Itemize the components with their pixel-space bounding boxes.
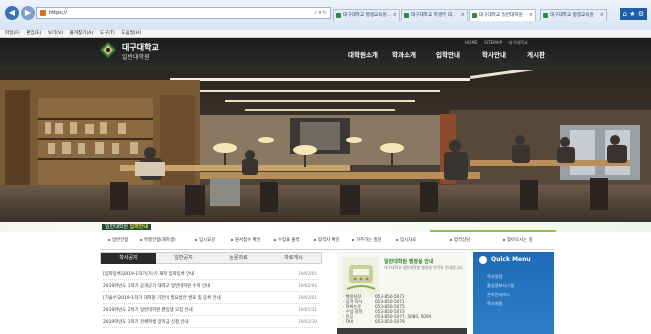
utility-links: HOME SITEMAP 대구대학교 xyxy=(465,40,533,46)
page-margin xyxy=(0,232,100,334)
tab-favicon-icon xyxy=(404,13,409,18)
notice-row[interactable]: 2019학년도 1학기 전체학생 장학금 신청 안내 19/01/30 xyxy=(103,316,319,328)
quick-link[interactable]: 입시요강 xyxy=(195,237,215,243)
notice-date: 19/02/05 xyxy=(298,271,317,276)
university-link[interactable]: 대구대학교 xyxy=(509,40,528,45)
library-photo-illustration xyxy=(0,70,651,222)
notice-title[interactable]: 2019학년도 2학기 일반대학원 편입생 모집 안내 xyxy=(103,307,281,313)
browser-toolbar: ◀ ▶ https:// ⌕ ▾ ↻ 대구대학교 평생교육원... × 대구대학… xyxy=(0,0,651,30)
notice-row[interactable]: [기술수]2019-1학기 대학원 기본이 필요방안 발표 및 등록 안내 19… xyxy=(103,292,319,304)
admission-label-main: 입학안내 xyxy=(129,224,149,230)
quick-link[interactable]: 합격자 확인 xyxy=(314,237,340,243)
quick-link[interactable]: 찾아오시는 길 xyxy=(503,237,533,243)
back-button[interactable]: ◀ xyxy=(5,6,19,20)
quick-link[interactable]: 입시자료 xyxy=(396,237,416,243)
notice-date: 19/01/31 xyxy=(298,307,317,312)
quick-link[interactable]: 원서접수 확인 xyxy=(231,237,261,243)
contact-title: 일반대학원 행정실 안내 xyxy=(384,259,434,265)
admission-label-prefix: 일반대학원 xyxy=(105,224,129,230)
tab-close-icon[interactable]: × xyxy=(600,10,604,21)
quick-link[interactable]: 특별전형(재학생) xyxy=(140,237,176,243)
quick-menu-item[interactable]: 졸업정보시스템 xyxy=(487,283,514,289)
menu-help[interactable]: 도움말(H) xyxy=(121,30,141,37)
tab-label: 대구대학교 평생교육원... xyxy=(343,13,392,18)
browser-tab-active[interactable]: 대구대학교 일반대학원 × xyxy=(469,9,536,21)
menu-edit[interactable]: 편집(E) xyxy=(26,30,41,37)
quick-menu-icon xyxy=(479,256,487,264)
notice-date: 19/02/04 xyxy=(298,283,317,288)
tab-label: 대구대학교 학생부 대.. xyxy=(411,13,455,18)
tab-favicon-icon xyxy=(336,13,341,18)
browser-tab[interactable]: 대구대학교 평생교육원... × xyxy=(333,9,400,21)
tab-resources[interactable]: 자료게시 xyxy=(266,253,321,264)
notice-row[interactable]: 2019학년도 2학기 일반대학원 편입생 모집 안내 19/01/31 xyxy=(103,304,319,316)
tab-close-icon[interactable]: × xyxy=(461,10,465,21)
quick-link[interactable]: 일반전형 xyxy=(108,237,128,243)
contact-line: · FAX 053-850-5079 xyxy=(343,319,405,324)
admission-quick-links: 일반전형 특별전형(재학생) 입시요강 원서접수 확인 수험표 출력 합격자 확… xyxy=(100,232,554,250)
sitemap-link[interactable]: SITEMAP xyxy=(484,40,502,45)
page-margin xyxy=(556,232,651,334)
tab-close-icon[interactable]: × xyxy=(393,10,397,21)
quick-menu-header: Quick Menu xyxy=(473,255,554,265)
notice-title[interactable]: [기술수]2019-1학기 대학원 기본이 필요방안 발표 및 등록 안내 xyxy=(103,295,281,301)
nav-admission[interactable]: 입학안내 xyxy=(436,49,460,59)
home-link[interactable]: HOME xyxy=(465,40,478,45)
notice-title[interactable]: [입학등록]2019-1학기(가)기 재학 입학등록 안내 xyxy=(103,271,281,277)
forward-button[interactable]: ▶ xyxy=(21,6,35,20)
logo-subtitle[interactable]: 일반대학원 xyxy=(122,52,150,61)
admission-stripe: 일반대학원 입학안내 xyxy=(0,222,651,232)
quick-menu-title: Quick Menu xyxy=(491,256,531,263)
notice-row[interactable]: 2019학년도 1학기 공개공가 대학교 일반대학원 수학 안내 19/02/0… xyxy=(103,280,319,292)
menu-bar: 파일(F) 편집(E) 보기(V) 즐겨찾기(A) 도구(T) 도움말(H) xyxy=(0,30,651,38)
tab-thesis-resources[interactable]: 논문자료 xyxy=(211,253,266,264)
tab-label: 대구대학교 평생교육원 xyxy=(550,13,594,18)
quick-link[interactable]: 가주하는 질문 xyxy=(352,237,382,243)
office-contact: 일반대학원 행정실 안내 대구대학교 일반대학원 행정실 연락처 안내입니다. … xyxy=(337,252,467,334)
notice-title[interactable]: 2019학년도 1학기 전체학생 장학금 신청 안내 xyxy=(103,319,281,325)
nav-departments[interactable]: 학과소개 xyxy=(392,49,416,59)
quick-link[interactable]: 합격상담 xyxy=(450,237,470,243)
contact-label: · FAX xyxy=(343,319,354,324)
notice-board: 학사공지 일반공지 논문자료 자료게시 [입학등록]2019-1학기(가)기 재… xyxy=(100,252,322,334)
search-refresh-icon[interactable]: ⌕ ▾ ↻ xyxy=(314,10,327,16)
browser-tab[interactable]: 대구대학교 학생부 대.. × xyxy=(401,9,468,21)
notice-title[interactable]: 2019학년도 1학기 공개공가 대학교 일반대학원 수학 안내 xyxy=(103,283,281,289)
tab-label: 대구대학교 일반대학원 xyxy=(479,13,523,18)
menu-favorites[interactable]: 즐겨찾기(A) xyxy=(70,30,94,37)
tab-favicon-icon xyxy=(472,13,477,18)
menu-view[interactable]: 보기(V) xyxy=(48,30,63,37)
contact-description: 대구대학교 일반대학원 행정실 연락처 안내입니다. xyxy=(384,265,464,270)
notice-row[interactable]: [입학등록]2019-1학기(가)기 재학 입학등록 안내 19/02/05 xyxy=(103,268,319,280)
nav-academics[interactable]: 학사안내 xyxy=(482,49,506,59)
nav-about[interactable]: 대학원소개 xyxy=(348,49,378,59)
quick-menu-item[interactable]: 학사지원 xyxy=(487,301,502,307)
tab-close-icon[interactable]: × xyxy=(529,10,533,21)
board-tabs: 학사공지 일반공지 논문자료 자료게시 xyxy=(100,252,322,264)
quick-menu-item[interactable]: 온라인서비스 xyxy=(487,292,510,298)
home-star-gear-icons[interactable]: ⌂ ★ ⚙ xyxy=(619,8,647,20)
page-icon xyxy=(40,10,46,16)
tab-favicon-icon xyxy=(543,13,548,18)
nav-board[interactable]: 게시판 xyxy=(527,49,545,59)
tab-academic-notice[interactable]: 학사공지 xyxy=(101,253,156,264)
quick-menu-item[interactable]: 학사일정 xyxy=(487,274,502,280)
hero-photo xyxy=(0,70,651,222)
notice-date: 19/01/30 xyxy=(298,319,317,324)
address-bar[interactable]: https:// ⌕ ▾ ↻ xyxy=(36,7,331,19)
notice-date: 19/02/01 xyxy=(298,295,317,300)
admission-label[interactable]: 일반대학원 입학안내 xyxy=(102,224,152,230)
menu-tools[interactable]: 도구(T) xyxy=(100,30,115,37)
tab-general-notice[interactable]: 일반공지 xyxy=(156,253,211,264)
quick-link[interactable]: 수험표 출력 xyxy=(274,237,300,243)
menu-file[interactable]: 파일(F) xyxy=(5,30,20,37)
address-url[interactable]: https:// xyxy=(49,10,67,16)
university-logo-icon[interactable] xyxy=(100,42,116,58)
contact-footer-bar xyxy=(337,328,467,334)
phone-icon xyxy=(343,257,379,297)
site-header: 대구대학교 일반대학원 HOME SITEMAP 대구대학교 대학원소개 학과소… xyxy=(0,38,651,70)
quick-menu: Quick Menu 학사일정 졸업정보시스템 온라인서비스 학사지원 xyxy=(473,252,554,334)
contact-number: 053-850-5079 xyxy=(375,319,405,324)
browser-tab[interactable]: 대구대학교 평생교육원 × xyxy=(540,9,607,21)
